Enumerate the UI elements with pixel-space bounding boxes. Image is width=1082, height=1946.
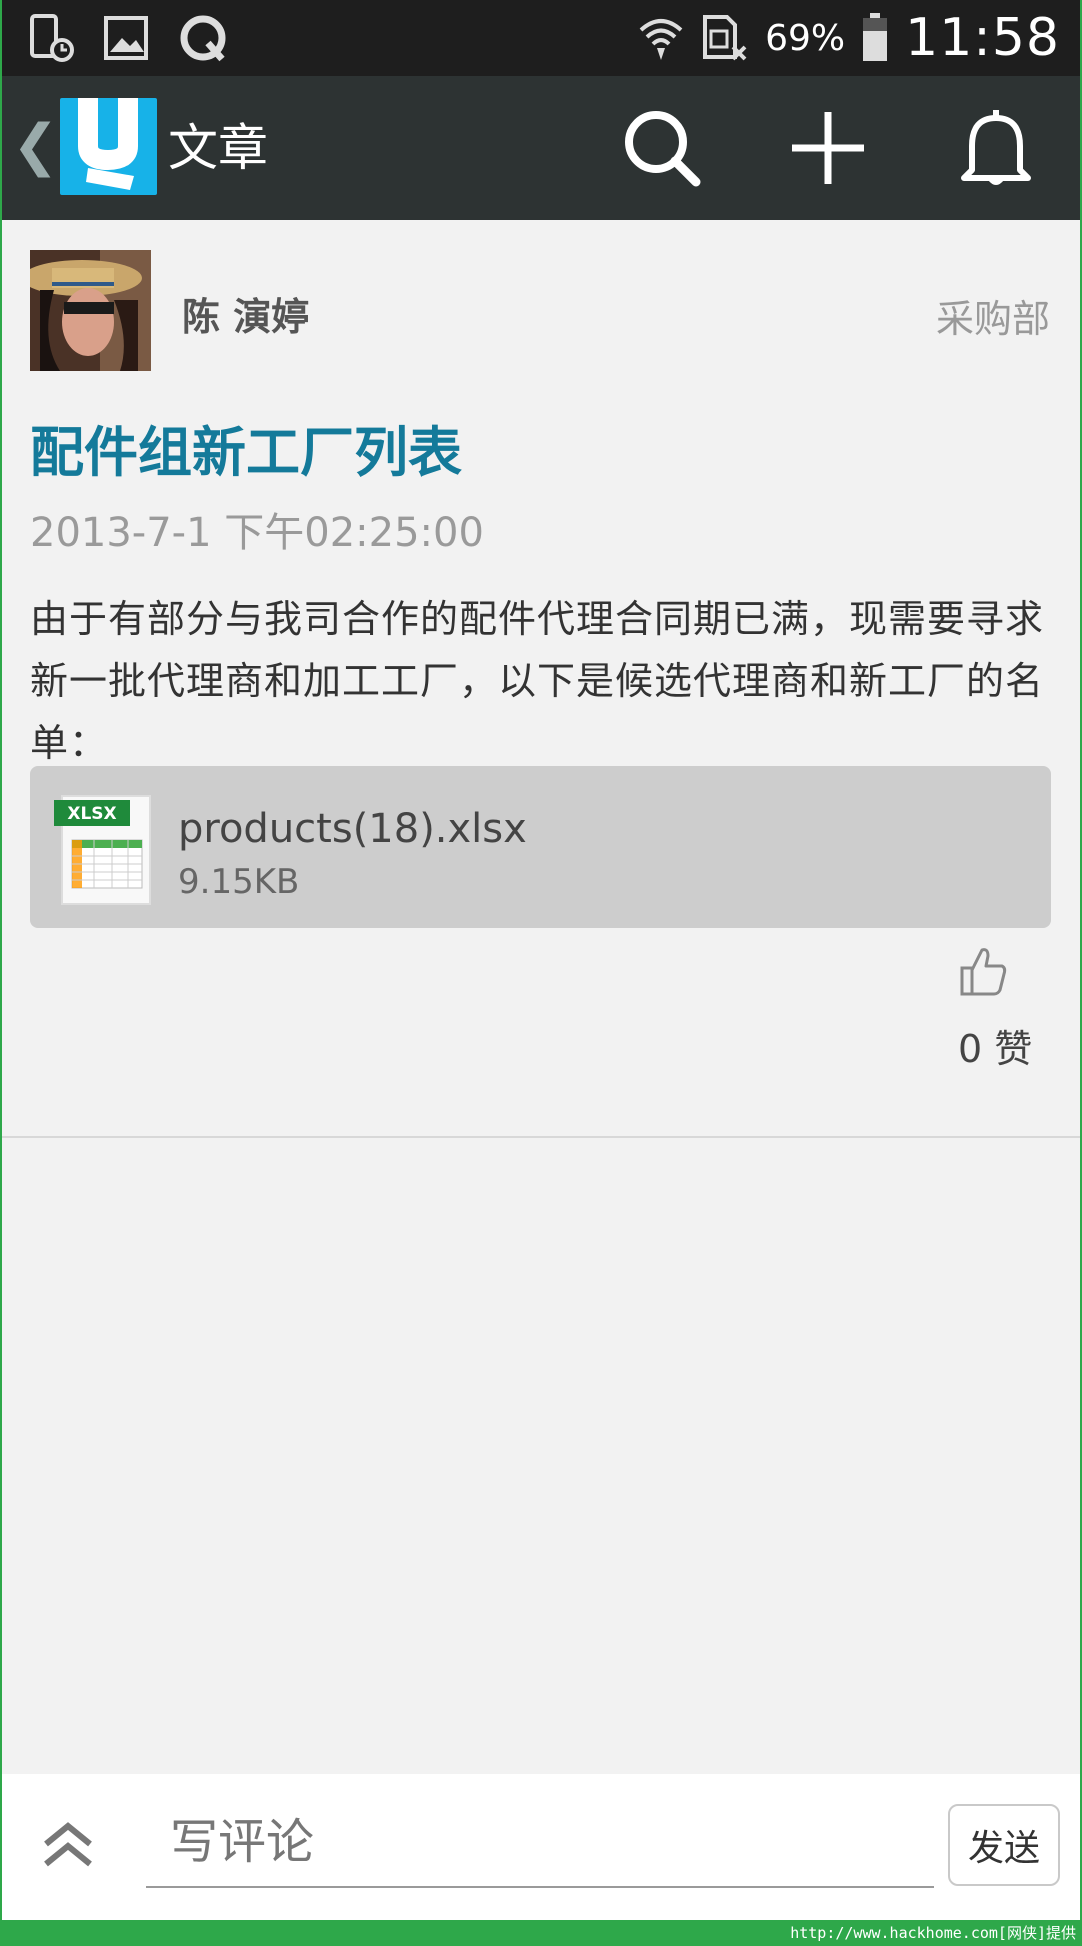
app-bar: ❮ 文章 [0,76,1082,220]
author-avatar[interactable] [30,250,151,371]
like-thumbs-up-icon[interactable] [958,944,1008,998]
xlsx-badge: XLSX [67,804,116,824]
article-body: 由于有部分与我司合作的配件代理合同期已满，现需要寻求新一批代理商和加工工厂，以下… [30,597,1045,765]
attachment-size: 9.15KB [178,862,300,902]
like-count: 0 赞 [958,1027,1033,1071]
page-title: 文章 [168,119,268,177]
clock: 11:58 [905,8,1060,68]
notification-icons [30,10,228,66]
post-datetime: 2013-7-1 下午02:25:00 [30,510,484,556]
author-name[interactable]: 陈 演婷 [182,286,309,341]
bell-icon[interactable] [954,106,1038,190]
comment-input[interactable] [146,1798,934,1888]
gallery-icon [104,16,148,60]
search-icon[interactable] [620,106,704,190]
status-bar: 69% 11:58 [0,0,1082,76]
add-icon[interactable] [786,106,870,190]
screen-timer-icon [30,14,74,62]
attachment-filename: products(18).xlsx [178,806,527,852]
green-frame [0,0,1082,1946]
app-logo[interactable] [60,98,157,195]
department-label: 采购部 [935,297,1050,341]
section-divider [0,1136,1082,1138]
watermark: http://www.hackhome.com[网侠]提供 [790,1924,1076,1942]
back-button[interactable]: ❮ [12,116,59,176]
attachment-card[interactable]: XLSX products(18).xlsx 9.15KB [30,766,1051,928]
app-q-icon [180,15,226,62]
avatar-photo [30,250,151,371]
battery-percent: 69% [765,17,846,59]
expand-up-icon[interactable] [40,1822,96,1870]
xlsx-file-icon: XLSX [54,795,151,905]
no-sim-icon [703,15,747,61]
battery-icon [863,13,888,61]
system-status: 69% 11:58 [637,8,1060,68]
comment-bar: 发送 [0,1774,1082,1920]
wifi-icon [639,19,683,60]
logo-mark-icon [78,98,138,190]
article-title: 配件组新工厂列表 [30,421,462,484]
send-button[interactable]: 发送 [948,1804,1060,1886]
